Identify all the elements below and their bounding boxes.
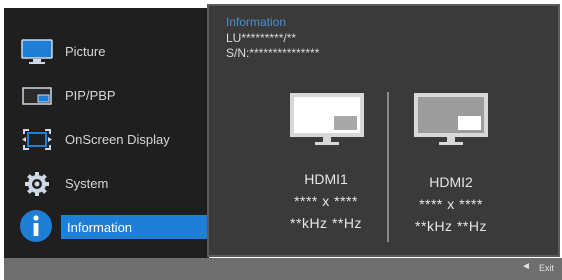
model-number: LU*********/** bbox=[226, 31, 297, 45]
menu-item-onscreen-display[interactable]: OnScreen Display bbox=[4, 118, 209, 162]
source-resolution: **** x **** bbox=[294, 193, 358, 209]
menu-item-information[interactable]: Information bbox=[4, 206, 209, 250]
menu-item-picture[interactable]: Picture bbox=[4, 30, 209, 74]
source-monitor-icon bbox=[413, 92, 489, 153]
source-monitor-icon bbox=[289, 92, 365, 153]
menu-item-label: OnScreen Display bbox=[65, 132, 170, 147]
menu-item-label: Information bbox=[67, 220, 133, 235]
exit-label[interactable]: Exit bbox=[539, 263, 554, 273]
onscreen-display-icon bbox=[21, 126, 53, 154]
monitor-icon bbox=[21, 38, 53, 66]
gear-icon bbox=[21, 170, 53, 198]
source-resolution: **** x **** bbox=[419, 196, 483, 212]
source-name: HDMI2 bbox=[429, 174, 473, 190]
information-panel: Information LU*********/** S/N:*********… bbox=[207, 4, 560, 257]
menu-item-system[interactable]: System bbox=[4, 162, 209, 206]
osd-window: Picture PIP/PBP OnScreen Display System … bbox=[0, 0, 562, 280]
back-arrow-icon[interactable]: ◄ bbox=[521, 261, 531, 272]
menu-item-label: System bbox=[65, 176, 109, 191]
menu-item-label: Picture bbox=[65, 44, 106, 59]
info-title: Information bbox=[226, 15, 287, 29]
footer-bar: ◄ Exit bbox=[4, 258, 562, 280]
source-name: HDMI1 bbox=[304, 171, 348, 187]
info-icon bbox=[18, 208, 54, 244]
menu-item-label: PIP/PBP bbox=[65, 88, 116, 103]
menu-item-pip-pbp[interactable]: PIP/PBP bbox=[4, 74, 209, 118]
source-frequency: **kHz **Hz bbox=[415, 218, 487, 234]
source-frequency: **kHz **Hz bbox=[290, 215, 362, 231]
pip-pbp-icon bbox=[21, 82, 53, 110]
serial-number: S/N:*************** bbox=[226, 46, 320, 60]
source-divider bbox=[387, 92, 389, 242]
menu-panel: Picture PIP/PBP OnScreen Display System … bbox=[4, 8, 209, 258]
